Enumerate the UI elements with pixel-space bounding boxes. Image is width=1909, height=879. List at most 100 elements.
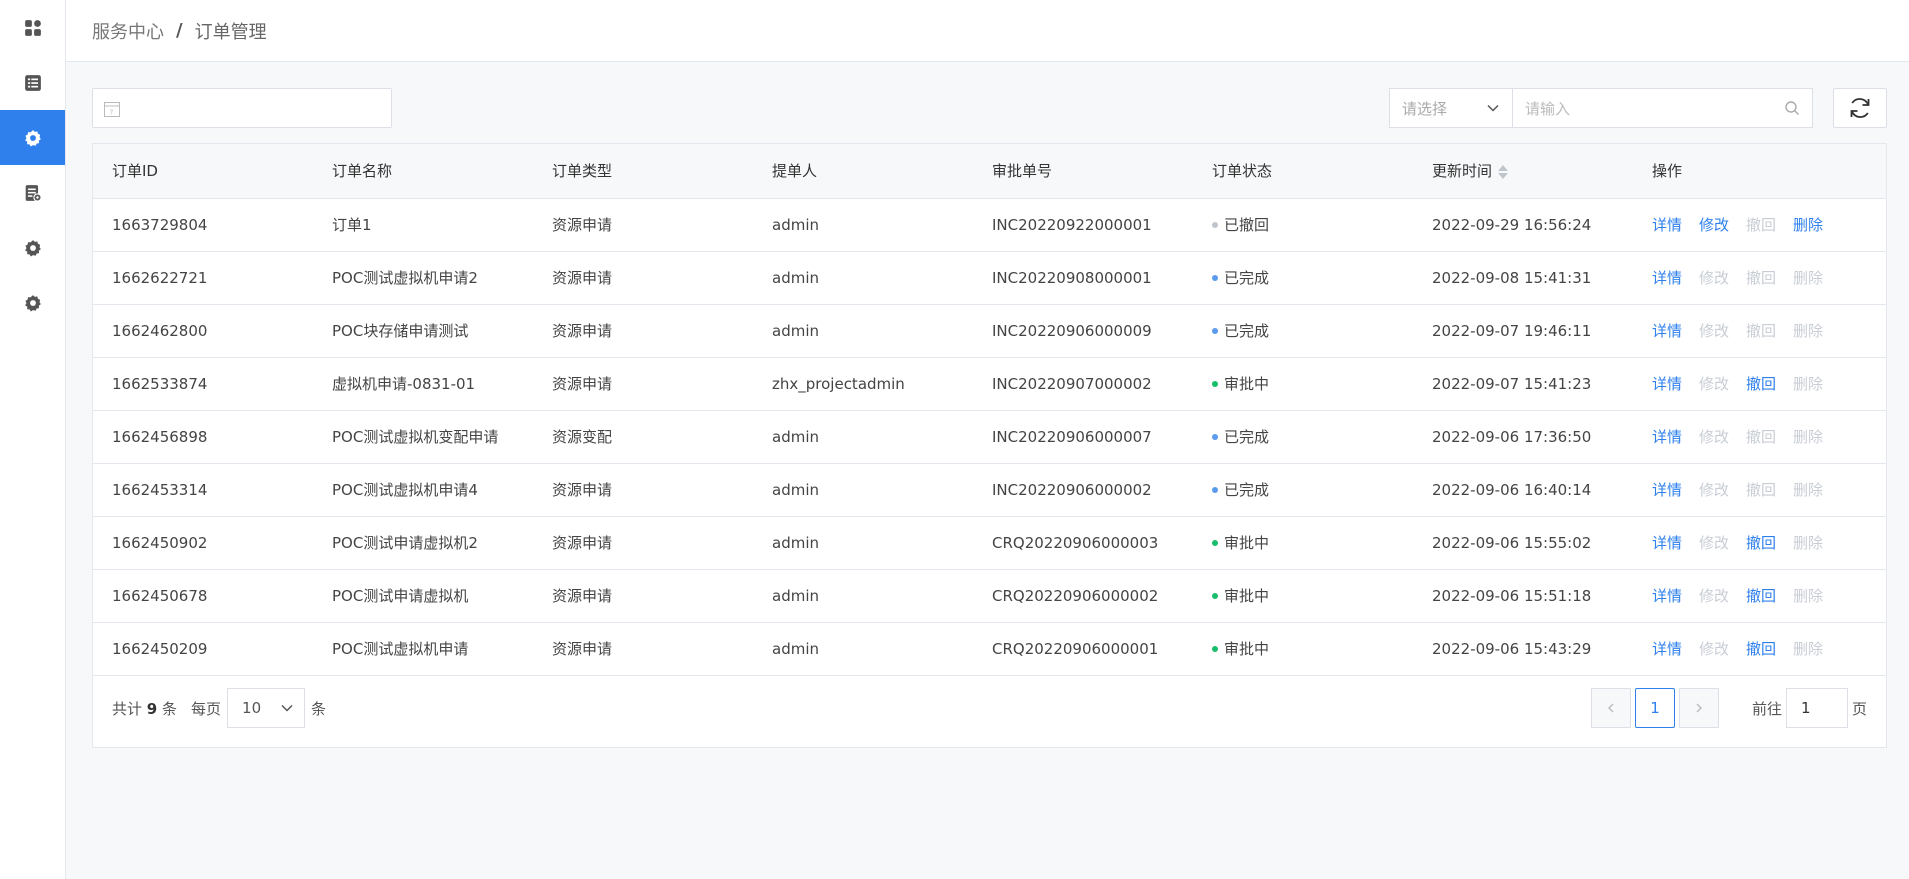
cell-submitter: zhx_projectadmin — [753, 357, 973, 411]
status-dot-icon — [1212, 592, 1218, 599]
chevron-down-icon — [1487, 104, 1499, 112]
withdraw-button[interactable]: 撤回 — [1746, 373, 1776, 394]
cell-updated: 2022-09-07 15:41:23 — [1413, 357, 1633, 411]
sort-icon[interactable] — [1498, 164, 1509, 180]
withdraw-button[interactable]: 撤回 — [1746, 585, 1776, 606]
column-header-approval-no: 审批单号 — [973, 144, 1193, 199]
status-dot-icon — [1212, 380, 1218, 387]
goto-page-input[interactable] — [1785, 688, 1848, 728]
cell-submitter: admin — [753, 198, 973, 252]
calendar-icon: ? — [104, 102, 120, 117]
search-field-select[interactable]: 请选择 — [1389, 88, 1513, 128]
cell-actions: 详情 修改 撤回 删除 — [1633, 410, 1886, 464]
edit-button[interactable]: 修改 — [1699, 214, 1729, 235]
report-icon — [25, 184, 42, 202]
refresh-button[interactable] — [1833, 88, 1887, 128]
delete-button[interactable]: 删除 — [1793, 214, 1823, 235]
delete-button: 删除 — [1793, 375, 1824, 393]
goto-label: 前往 — [1751, 699, 1782, 718]
cell-order-id: 1662456898 — [93, 410, 313, 464]
delete-button: 删除 — [1793, 269, 1824, 287]
cell-order-id: 1662450902 — [93, 516, 313, 570]
cell-order-id: 1662462800 — [93, 304, 313, 358]
detail-button[interactable]: 详情 — [1652, 214, 1682, 235]
cell-order-name: POC测试虚拟机申请2 — [313, 251, 533, 305]
pagination: 共计 9 条 每页 10 条 1 前往 1 页 — [93, 669, 1886, 747]
cell-status: 已完成 — [1193, 410, 1413, 464]
cell-actions: 详情 修改 撤回 删除 — [1633, 516, 1886, 570]
sidebar-item-list[interactable] — [0, 55, 65, 110]
cell-approval-no: CRQ20220906000003 — [973, 516, 1193, 570]
refresh-icon — [1850, 98, 1870, 118]
detail-button[interactable]: 详情 — [1652, 373, 1682, 394]
status-badge: 已完成 — [1224, 481, 1270, 499]
total-value: 9 — [146, 699, 158, 718]
sidebar-item-dashboard[interactable] — [0, 0, 65, 55]
column-header-updated-label: 更新时间 — [1432, 162, 1493, 181]
total-count: 共计 9 条 — [112, 698, 177, 719]
status-dot-icon — [1212, 539, 1218, 546]
cell-order-name: POC测试虚拟机变配申请 — [313, 410, 533, 464]
detail-button[interactable]: 详情 — [1652, 585, 1682, 606]
sidebar-item-settings-2[interactable] — [0, 275, 65, 330]
cell-status: 审批中 — [1193, 516, 1413, 570]
table-row: 1662462800 POC块存储申请测试 资源申请 admin INC20220906… — [93, 304, 1886, 358]
delete-button: 删除 — [1793, 322, 1824, 340]
withdraw-button: 撤回 — [1746, 428, 1777, 446]
detail-button[interactable]: 详情 — [1652, 479, 1682, 500]
breadcrumb: 服务中心 / 订单管理 — [66, 0, 1909, 62]
cell-actions: 详情 修改 撤回 删除 — [1633, 357, 1886, 411]
page-number-1[interactable]: 1 — [1634, 688, 1675, 728]
prev-page-button[interactable] — [1590, 688, 1631, 728]
next-page-button[interactable] — [1678, 688, 1719, 728]
chevron-right-icon — [1696, 703, 1702, 713]
cell-order-type: 资源申请 — [533, 304, 753, 358]
select-placeholder: 请选择 — [1402, 99, 1448, 118]
cell-order-name: POC测试虚拟机申请 — [313, 622, 533, 676]
detail-button[interactable]: 详情 — [1652, 532, 1682, 553]
status-dot-icon — [1212, 221, 1218, 228]
cell-actions: 详情 修改 撤回 删除 — [1633, 198, 1886, 252]
delete-button: 删除 — [1793, 534, 1824, 552]
cell-status: 审批中 — [1193, 357, 1413, 411]
detail-button[interactable]: 详情 — [1652, 320, 1682, 341]
sidebar-item-service-center[interactable] — [0, 110, 65, 165]
column-header-actions: 操作 — [1633, 144, 1886, 199]
cell-status: 审批中 — [1193, 569, 1413, 623]
status-badge: 已完成 — [1224, 428, 1270, 446]
cell-approval-no: INC20220906000007 — [973, 410, 1193, 464]
cell-order-id: 1662450209 — [93, 622, 313, 676]
column-header-updated[interactable]: 更新时间 — [1413, 144, 1633, 199]
cell-approval-no: INC20220908000001 — [973, 251, 1193, 305]
cell-order-name: 虚拟机申请-0831-01 — [313, 357, 533, 411]
per-page-label: 每页 — [191, 699, 222, 718]
cell-approval-no: CRQ20220906000001 — [973, 622, 1193, 676]
cell-order-type: 资源申请 — [533, 569, 753, 623]
breadcrumb-root[interactable]: 服务中心 — [92, 18, 164, 44]
detail-button[interactable]: 详情 — [1652, 426, 1682, 447]
status-dot-icon — [1212, 327, 1218, 334]
total-suffix: 条 — [162, 699, 178, 718]
sidebar-item-settings-1[interactable] — [0, 220, 65, 275]
detail-button[interactable]: 详情 — [1652, 638, 1682, 659]
withdraw-button[interactable]: 撤回 — [1746, 638, 1776, 659]
status-badge: 已完成 — [1224, 269, 1270, 287]
cell-updated: 2022-09-06 15:55:02 — [1413, 516, 1633, 570]
withdraw-button: 撤回 — [1746, 322, 1777, 340]
cell-submitter: admin — [753, 463, 973, 517]
cell-approval-no: INC20220906000009 — [973, 304, 1193, 358]
detail-button[interactable]: 详情 — [1652, 267, 1682, 288]
cell-order-type: 资源变配 — [533, 410, 753, 464]
search-input[interactable]: 请输入 — [1513, 88, 1813, 128]
cell-submitter: admin — [753, 410, 973, 464]
table-row: 1663729804 订单1 资源申请 admin INC20220922000001 已… — [93, 198, 1886, 252]
page-size-select[interactable]: 10 — [227, 688, 306, 728]
withdraw-button[interactable]: 撤回 — [1746, 532, 1776, 553]
date-picker-input[interactable]: ? — [92, 88, 392, 128]
sidebar-item-report[interactable] — [0, 165, 65, 220]
withdraw-button: 撤回 — [1746, 269, 1777, 287]
cell-submitter: admin — [753, 622, 973, 676]
search-icon[interactable] — [1784, 100, 1800, 116]
cell-submitter: admin — [753, 516, 973, 570]
cell-order-id: 1662450678 — [93, 569, 313, 623]
